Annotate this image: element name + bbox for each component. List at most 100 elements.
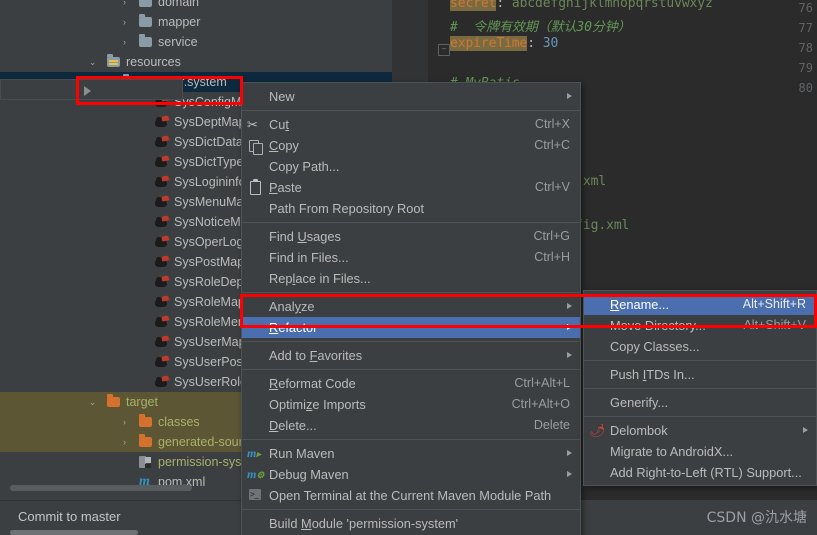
- menu-item-shortcut: Delete: [533, 418, 570, 432]
- menu-item-copy-path[interactable]: Copy Path...: [242, 156, 580, 177]
- menu-separator: [242, 292, 580, 293]
- menu-item-refactor[interactable]: Refactor: [242, 317, 580, 338]
- menu-item-shortcut: Ctrl+X: [534, 117, 570, 131]
- submenu-arrow-icon: [567, 352, 572, 358]
- menu-item-shortcut: Alt+Shift+R: [742, 297, 806, 311]
- menu-item-paste[interactable]: Paste Ctrl+V: [242, 177, 580, 198]
- submenu-arrow-icon: [567, 450, 572, 456]
- menu-item-label: Copy Path...: [269, 159, 340, 174]
- menu-separator: [584, 388, 816, 389]
- menu-item-debug-maven[interactable]: m⚙ Debug Maven: [242, 464, 580, 485]
- chevron-down-icon[interactable]: ⌄: [87, 57, 98, 68]
- menu-item-open-terminal-at-the-current-maven-module-path[interactable]: >_ Open Terminal at the Current Maven Mod…: [242, 485, 580, 506]
- refactor-submenu[interactable]: Rename... Alt+Shift+R Move Directory... Alt…: [583, 290, 817, 486]
- tree-row-label: resources: [126, 55, 181, 69]
- menu-item-label: Analyze: [269, 299, 315, 314]
- code-line: expireTime: 30: [450, 36, 559, 51]
- submenu-item-add-right-to-left-rtl-support[interactable]: Add Right-to-Left (RTL) Support...: [584, 462, 816, 483]
- menu-item-run-maven[interactable]: m▸ Run Maven: [242, 443, 580, 464]
- chevron-right-icon[interactable]: ›: [119, 0, 130, 8]
- submenu-item-migrate-to-androidx[interactable]: Migrate to AndroidX...: [584, 441, 816, 462]
- menu-item-build-module-permission-system[interactable]: Build Module 'permission-system': [242, 513, 580, 534]
- chevron-right-icon[interactable]: ›: [119, 437, 130, 448]
- submenu-item-move-directory[interactable]: Move Directory... Alt+Shift+V: [584, 315, 816, 336]
- menu-separator: [242, 222, 580, 223]
- tree-horizontal-scrollbar[interactable]: [10, 485, 192, 491]
- menu-item-analyze[interactable]: Analyze: [242, 296, 580, 317]
- mybatis-xml-icon: [155, 355, 170, 368]
- line-number: 79: [798, 61, 813, 75]
- mybatis-xml-icon: [155, 195, 170, 208]
- tree-row[interactable]: ⌄ resources: [0, 52, 392, 72]
- menu-item-cut[interactable]: ✂ Cut Ctrl+X: [242, 114, 580, 135]
- menu-item-path-from-repository-root[interactable]: Path From Repository Root: [242, 198, 580, 219]
- folder-icon: [139, 34, 152, 47]
- chevron-down-icon[interactable]: ⌄: [87, 397, 98, 408]
- menu-item-find-usages[interactable]: Find Usages Ctrl+G: [242, 226, 580, 247]
- submenu-arrow-icon: [803, 427, 808, 433]
- terminal-icon: >_: [249, 489, 261, 500]
- menu-item-copy[interactable]: Copy Ctrl+C: [242, 135, 580, 156]
- menu-item-label: Debug Maven: [269, 467, 349, 482]
- commit-to-master-label[interactable]: Commit to master: [18, 509, 121, 524]
- chevron-right-icon[interactable]: ›: [119, 17, 130, 28]
- submenu-item-push-itds-in[interactable]: Push ITDs In...: [584, 364, 816, 385]
- csdn-watermark: CSDN @氿水塘: [706, 510, 807, 526]
- editor-mini-popup[interactable]: [0, 79, 183, 100]
- line-number: 80: [798, 81, 813, 95]
- mybatis-xml-icon: [155, 315, 170, 328]
- menu-item-label: Delombok: [610, 423, 668, 438]
- menu-item-label: Find in Files...: [269, 250, 349, 265]
- submenu-arrow-icon: [567, 471, 572, 477]
- menu-item-new[interactable]: New: [242, 86, 580, 107]
- code-fold-icon[interactable]: –: [438, 44, 450, 56]
- menu-item-find-in-files[interactable]: Find in Files... Ctrl+H: [242, 247, 580, 268]
- submenu-item-copy-classes[interactable]: Copy Classes...: [584, 336, 816, 357]
- run-maven-icon: m▸: [247, 446, 261, 460]
- submenu-item-rename[interactable]: Rename... Alt+Shift+R: [584, 294, 816, 315]
- line-number: 76: [798, 1, 813, 15]
- mybatis-xml-icon: [155, 275, 170, 288]
- menu-item-shortcut: Ctrl+V: [534, 180, 570, 194]
- menu-item-add-to-favorites[interactable]: Add to Favorites: [242, 345, 580, 366]
- mybatis-xml-icon: [155, 375, 170, 388]
- play-arrow-icon: [84, 86, 91, 96]
- menu-separator: [584, 360, 816, 361]
- menu-item-label: New: [269, 89, 295, 104]
- chevron-right-icon[interactable]: ›: [119, 417, 130, 428]
- menu-separator: [242, 110, 580, 111]
- menu-separator: [242, 509, 580, 510]
- menu-item-replace-in-files[interactable]: Replace in Files...: [242, 268, 580, 289]
- tree-row[interactable]: › domain: [0, 0, 392, 12]
- lombok-pepper-icon: 🌶: [589, 423, 606, 438]
- mybatis-xml-icon: [155, 155, 170, 168]
- menu-item-label: Push ITDs In...: [610, 367, 695, 382]
- menu-item-optimize-imports[interactable]: Optimize Imports Ctrl+Alt+O: [242, 394, 580, 415]
- tree-row-label: domain: [158, 0, 199, 9]
- menu-item-label: Open Terminal at the Current Maven Modul…: [269, 488, 552, 503]
- menu-item-delete[interactable]: Delete... Delete: [242, 415, 580, 436]
- tree-row[interactable]: › service: [0, 32, 392, 52]
- submenu-item-generify[interactable]: Generify...: [584, 392, 816, 413]
- copy-icon: [247, 138, 263, 155]
- submenu-arrow-icon: [567, 303, 572, 309]
- menu-item-label: Delete...: [269, 418, 317, 433]
- folder-icon: [139, 414, 152, 427]
- menu-item-label: Move Directory...: [610, 318, 706, 333]
- menu-item-reformat-code[interactable]: Reformat Code Ctrl+Alt+L: [242, 373, 580, 394]
- chevron-right-icon[interactable]: ›: [119, 37, 130, 48]
- menu-item-label: Migrate to AndroidX...: [610, 444, 734, 459]
- context-menu[interactable]: New ✂ Cut Ctrl+X Copy Ctrl+C Copy Path... Paste…: [241, 82, 581, 535]
- tree-row-label: target: [126, 395, 158, 409]
- folder-icon: [139, 0, 152, 7]
- menu-item-shortcut: Alt+Shift+V: [743, 318, 806, 332]
- menu-item-shortcut: Ctrl+G: [533, 229, 570, 243]
- menu-item-label: Optimize Imports: [269, 397, 366, 412]
- submenu-item-delombok[interactable]: 🌶 Delombok: [584, 420, 816, 441]
- tree-row[interactable]: › mapper: [0, 12, 392, 32]
- menu-item-label: Path From Repository Root: [269, 201, 425, 216]
- menu-item-label: Add to Favorites: [269, 348, 363, 363]
- menu-separator: [242, 439, 580, 440]
- horizontal-scrollbar[interactable]: [10, 530, 138, 535]
- line-number: 78: [798, 41, 813, 55]
